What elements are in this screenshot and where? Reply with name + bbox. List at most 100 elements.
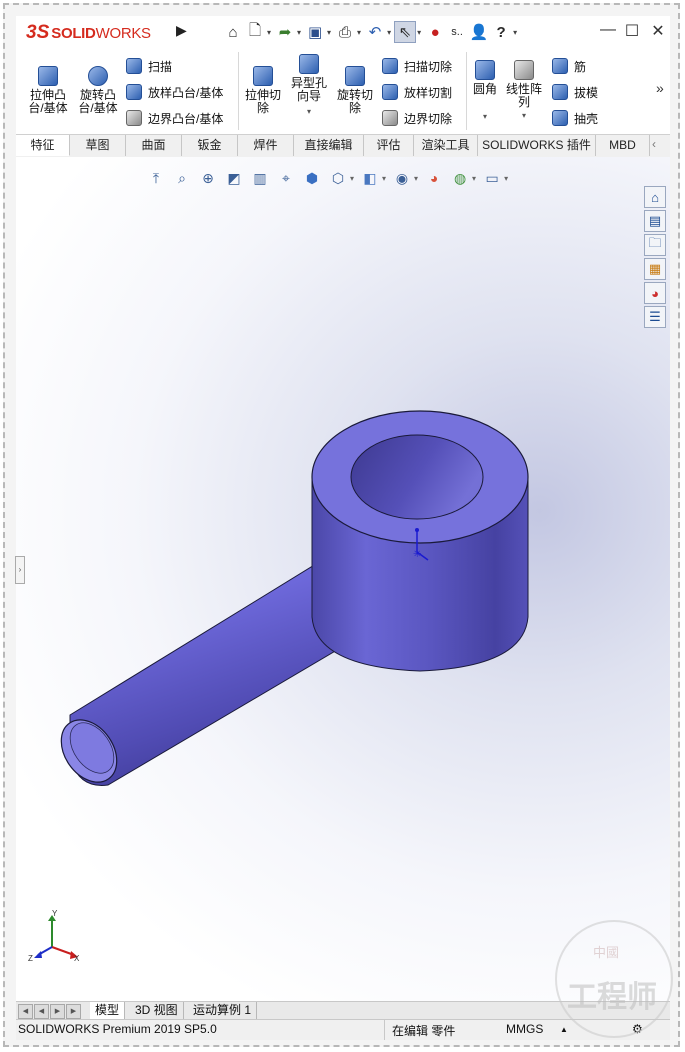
linear-pattern-icon bbox=[514, 60, 534, 80]
lofted-cut-label: 放样切割 bbox=[404, 85, 453, 100]
open-dropdown-icon[interactable]: ▾ bbox=[297, 28, 301, 37]
shell-button[interactable]: 抽壳 bbox=[552, 109, 598, 127]
traffic-light-icon[interactable]: ● bbox=[424, 21, 446, 43]
hole-wizard-button[interactable]: 异型孔 向导 ▾ bbox=[288, 54, 330, 118]
units-selector[interactable]: MMGS bbox=[506, 1022, 543, 1036]
boundary-cut-icon bbox=[382, 110, 398, 126]
fillet-label: 圆角 bbox=[472, 82, 497, 96]
rib-button[interactable]: 筋 bbox=[552, 57, 586, 75]
minimize-button[interactable]: — bbox=[598, 21, 618, 39]
help-dropdown-icon[interactable]: ▾ bbox=[513, 28, 517, 37]
hole-wizard-icon bbox=[299, 54, 319, 74]
lofted-cut-button[interactable]: 放样切割 bbox=[382, 83, 452, 101]
boundary-cut-button[interactable]: 边界切除 bbox=[382, 109, 452, 127]
tab-weldments[interactable]: 焊件 bbox=[238, 135, 294, 156]
boundary-boss-label: 边界凸台/基体 bbox=[148, 111, 224, 126]
sweep-label: 扫描 bbox=[148, 59, 173, 74]
ribbon-separator bbox=[238, 52, 239, 130]
swept-cut-label: 扫描切除 bbox=[404, 59, 453, 74]
ribbon-more-icon[interactable]: » bbox=[656, 80, 664, 96]
version-text: SOLIDWORKS Premium 2019 SP5.0 bbox=[18, 1022, 217, 1036]
revolve-cut-icon bbox=[345, 66, 365, 86]
open-icon[interactable]: ➦ bbox=[274, 21, 296, 43]
home-icon[interactable]: ⌂ bbox=[222, 21, 244, 43]
sweep-icon bbox=[126, 58, 142, 74]
new-dropdown-icon[interactable]: ▾ bbox=[267, 28, 271, 37]
linear-pattern-dropdown-icon[interactable]: ▾ bbox=[504, 109, 544, 122]
user-icon[interactable]: 👤 bbox=[468, 21, 490, 43]
lofted-cut-icon bbox=[382, 84, 398, 100]
close-button[interactable]: ✕ bbox=[648, 21, 668, 41]
swept-cut-button[interactable]: 扫描切除 bbox=[382, 57, 452, 75]
last-tab-icon[interactable]: ▶ bbox=[66, 1004, 81, 1019]
shell-icon bbox=[552, 110, 568, 126]
tab-evaluate[interactable]: 评估 bbox=[364, 135, 414, 156]
tab-sheet-metal[interactable]: 钣金 bbox=[182, 135, 238, 156]
sweep-button[interactable]: 扫描 bbox=[126, 57, 172, 75]
reference-triad bbox=[34, 915, 78, 959]
loft-boss-button[interactable]: 放样凸台/基体 bbox=[126, 83, 223, 101]
print-dropdown-icon[interactable]: ▾ bbox=[357, 28, 361, 37]
feature-manager-toggle[interactable]: › bbox=[15, 556, 25, 584]
fillet-dropdown-icon[interactable]: ▾ bbox=[469, 110, 501, 123]
extrude-boss-icon bbox=[38, 66, 58, 86]
custom-properties-icon[interactable]: ☰ bbox=[644, 306, 666, 328]
tab-sketch[interactable]: 草图 bbox=[70, 135, 126, 156]
tab-solidworks-addins[interactable]: SOLIDWORKS 插件 bbox=[478, 135, 596, 156]
extrude-boss-label: 拉伸凸 台/基体 bbox=[28, 88, 68, 115]
fillet-icon bbox=[475, 60, 495, 80]
revolve-boss-icon bbox=[88, 66, 108, 86]
task-pane: ⌂ ▤ 🗀 ▦ ◕ ☰ bbox=[644, 186, 668, 330]
solidworks-logo[interactable]: 3S SOLIDWORKS bbox=[26, 22, 151, 44]
part-model[interactable]: ✳ bbox=[16, 157, 670, 1001]
units-dropdown-icon[interactable]: ▲ bbox=[560, 1025, 568, 1034]
tab-motion-study[interactable]: 运动算例 1 bbox=[188, 1002, 258, 1019]
rib-label: 筋 bbox=[574, 59, 587, 74]
draft-label: 拔模 bbox=[574, 85, 599, 100]
maximize-button[interactable]: ☐ bbox=[622, 21, 642, 41]
tab-surfaces[interactable]: 曲面 bbox=[126, 135, 182, 156]
linear-pattern-button[interactable]: 线性阵 列 ▾ bbox=[504, 60, 544, 122]
revolve-boss-label: 旋转凸 台/基体 bbox=[78, 88, 118, 115]
extrude-boss-button[interactable]: 拉伸凸 台/基体 bbox=[26, 66, 70, 115]
tab-render-tools[interactable]: 渲染工具 bbox=[414, 135, 478, 156]
tab-3d-views[interactable]: 3D 视图 bbox=[130, 1002, 184, 1019]
appearances-scenes-icon[interactable]: ◕ bbox=[644, 282, 666, 304]
tab-features[interactable]: 特征 bbox=[16, 135, 70, 156]
tab-direct-editing[interactable]: 直接编辑 bbox=[294, 135, 364, 156]
select-dropdown-icon[interactable]: ▾ bbox=[417, 28, 421, 37]
next-tab-icon[interactable]: ▶ bbox=[50, 1004, 65, 1019]
revolve-boss-button[interactable]: 旋转凸 台/基体 bbox=[76, 66, 120, 115]
first-tab-icon[interactable]: ◀ bbox=[18, 1004, 33, 1019]
fillet-button[interactable]: 圆角 ▾ bbox=[469, 60, 501, 123]
design-library-icon[interactable]: ▤ bbox=[644, 210, 666, 232]
tabs-scroll-icon[interactable]: ‹ bbox=[652, 137, 656, 151]
print-icon[interactable]: ⎙ bbox=[334, 21, 356, 43]
undo-icon[interactable]: ↶ bbox=[364, 21, 386, 43]
save-dropdown-icon[interactable]: ▾ bbox=[327, 28, 331, 37]
boundary-boss-button[interactable]: 边界凸台/基体 bbox=[126, 109, 223, 127]
new-document-icon[interactable]: 🗋 bbox=[244, 21, 266, 43]
undo-dropdown-icon[interactable]: ▾ bbox=[387, 28, 391, 37]
boundary-cut-label: 边界切除 bbox=[404, 111, 453, 126]
extrude-cut-button[interactable]: 拉伸切 除 bbox=[242, 66, 284, 115]
command-manager-ribbon: 拉伸凸 台/基体 旋转凸 台/基体 扫描 放样凸台/基体 边界凸台/基体 拉伸切… bbox=[16, 48, 670, 134]
revolve-cut-button[interactable]: 旋转切 除 bbox=[334, 66, 376, 115]
view-palette-icon[interactable]: ▦ bbox=[644, 258, 666, 280]
hole-wizard-dropdown-icon[interactable]: ▾ bbox=[288, 105, 330, 118]
help-icon[interactable]: ? bbox=[490, 21, 512, 43]
draft-button[interactable]: 拔模 bbox=[552, 83, 598, 101]
graphics-area[interactable]: ⤒ ⌕ ⊕ ◩ ▥ ⌖ ⬢ ⬡ ▾ ◧ ▾ ◉ ▾ ◕ ◍ ▾ ▭ ▾ ✳ Y … bbox=[16, 157, 670, 1001]
file-explorer-icon[interactable]: 🗀 bbox=[644, 234, 666, 256]
title-bar: 3S SOLIDWORKS ▶ ⌂ 🗋 ▾ ➦ ▾ ▣ ▾ ⎙ ▾ ↶ ▾ ⇖ ▾ ● s.… bbox=[16, 16, 670, 49]
select-cursor-icon[interactable]: ⇖ bbox=[394, 21, 417, 43]
ribbon-separator bbox=[466, 52, 467, 130]
prev-tab-icon[interactable]: ◀ bbox=[34, 1004, 49, 1019]
save-icon[interactable]: ▣ bbox=[304, 21, 326, 43]
expand-menu-arrow-icon[interactable]: ▶ bbox=[176, 22, 187, 39]
solidworks-resources-icon[interactable]: ⌂ bbox=[644, 186, 666, 208]
command-tabs: 特征 草图 曲面 钣金 焊件 直接编辑 评估 渲染工具 SOLIDWORKS 插… bbox=[16, 134, 670, 158]
tab-model[interactable]: 模型 bbox=[90, 1002, 126, 1019]
triad-y-label: Y bbox=[52, 909, 58, 918]
tab-mbd[interactable]: MBD bbox=[596, 135, 650, 156]
